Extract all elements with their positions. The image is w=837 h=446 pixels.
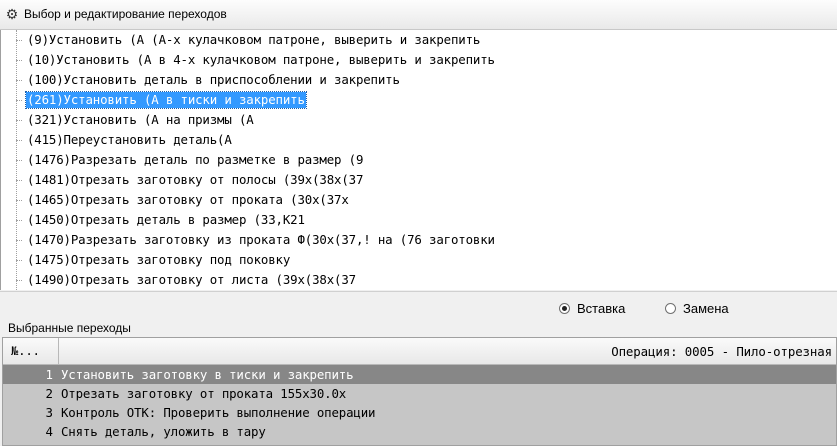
tree-item-label[interactable]: (1490)Отрезать заготовку от листа (39х(3… [26,272,357,288]
selected-transitions-table[interactable]: №... Операция: 0005 - Пило-отрезная 1 Уст… [2,337,837,446]
gear-icon[interactable]: ⚙ [5,7,19,21]
tree-connector-branch [16,140,22,141]
tree-item-label[interactable]: (1476)Разрезать деталь по разметке в раз… [26,152,364,168]
tree-connector-branch [16,200,22,201]
tree-item-label[interactable]: (321)Установить (А на призмы (А [26,112,255,128]
row-number: 2 [45,386,53,401]
tree-item-label[interactable]: (1481)Отрезать заготовку от полосы (39х(… [26,172,364,188]
row-number: 1 [45,367,53,382]
tree-item[interactable]: (1475)Отрезать заготовку под поковку [1,250,837,270]
tree-item-label[interactable]: (1470)Разрезать заготовку из проката Ф(3… [26,232,496,248]
tree-item-label[interactable]: (100)Установить деталь в приспособлении … [26,72,401,88]
tree-item-label[interactable]: (1465)Отрезать заготовку от проката (30х… [26,192,350,208]
row-text[interactable]: Отрезать заготовку от проката 155х30.0х [61,386,346,401]
tree-connector-branch [16,280,22,281]
tree-item[interactable]: (1481)Отрезать заготовку от полосы (39х(… [1,170,837,190]
row-number: 3 [45,405,53,420]
tree-connector-branch [16,260,22,261]
tree-item-label[interactable]: (1450)Отрезать деталь в размер (33,К21 [26,212,306,228]
column-header-number-label: №... [11,344,40,358]
mode-options: Вставка Замена [0,291,837,323]
tree-connector-branch [16,40,22,41]
tree-item[interactable]: (1465)Отрезать заготовку от проката (30х… [1,190,837,210]
tree-item-label[interactable]: (9)Установить (А (А-х кулачковом патроне… [26,32,481,48]
tree-connector-branch [16,240,22,241]
tree-item[interactable]: (100)Установить деталь в приспособлении … [1,70,837,90]
tree-connector-branch [16,60,22,61]
replace-radio-dot[interactable] [665,303,676,314]
selected-transitions-label: Выбранные переходы [8,321,131,335]
replace-radio-label[interactable]: Замена [683,301,729,316]
insert-radio-dot[interactable] [559,303,570,314]
tree-item[interactable]: (261)Установить (А в тиски и закрепить [1,90,837,110]
tree-item-label[interactable]: (10)Установить (А в 4-х кулачковом патро… [26,52,496,68]
table-row[interactable]: 1 Установить заготовку в тиски и закрепит… [3,365,836,384]
title-bar[interactable]: ⚙ Выбор и редактирование переходов [0,0,837,30]
row-text[interactable]: Контроль ОТК: Проверить выполнение опера… [61,405,375,420]
window-title: Выбор и редактирование переходов [24,7,227,21]
table-row[interactable]: 2 Отрезать заготовку от проката 155х30.0х [3,384,836,403]
tree-item[interactable]: (1490)Отрезать заготовку от листа (39х(3… [1,270,837,290]
row-number: 4 [45,424,53,439]
tree-item[interactable]: (321)Установить (А на призмы (А [1,110,837,130]
transitions-tree[interactable]: (9)Установить (А (А-х кулачковом патроне… [0,30,837,290]
column-header-number[interactable]: №... [3,338,59,364]
tree-connector-branch [16,220,22,221]
tree-connector-branch [16,100,22,101]
tree-item-label[interactable]: (415)Переустановить деталь(А [26,132,233,148]
table-row[interactable]: 3 Контроль ОТК: Проверить выполнение опер… [3,403,836,422]
tree-item[interactable]: (415)Переустановить деталь(А [1,130,837,150]
table-row[interactable]: 4 Снять деталь, уложить в тару [3,422,836,441]
tree-item[interactable]: (1450)Отрезать деталь в размер (33,К21 [1,210,837,230]
operation-label: Операция: 0005 - Пило-отрезная [611,344,832,359]
tree-connector-branch [16,120,22,121]
tree-connector-branch [16,80,22,81]
tree-item-label[interactable]: (261)Установить (А в тиски и закрепить [25,91,307,109]
tree-connector-branch [16,160,22,161]
tree-item[interactable]: (1470)Разрезать заготовку из проката Ф(3… [1,230,837,250]
row-text[interactable]: Снять деталь, уложить в тару [61,424,266,439]
tree-item-label[interactable]: (1475)Отрезать заготовку под поковку [26,252,291,268]
row-text[interactable]: Установить заготовку в тиски и закрепить [61,367,354,382]
table-header: №... Операция: 0005 - Пило-отрезная [3,338,836,365]
insert-radio-label[interactable]: Вставка [577,301,625,316]
tree-connector-branch [16,180,22,181]
tree-item[interactable]: (10)Установить (А в 4-х кулачковом патро… [1,50,837,70]
tree-item[interactable]: (9)Установить (А (А-х кулачковом патроне… [1,30,837,50]
tree-item[interactable]: (1476)Разрезать деталь по разметке в раз… [1,150,837,170]
